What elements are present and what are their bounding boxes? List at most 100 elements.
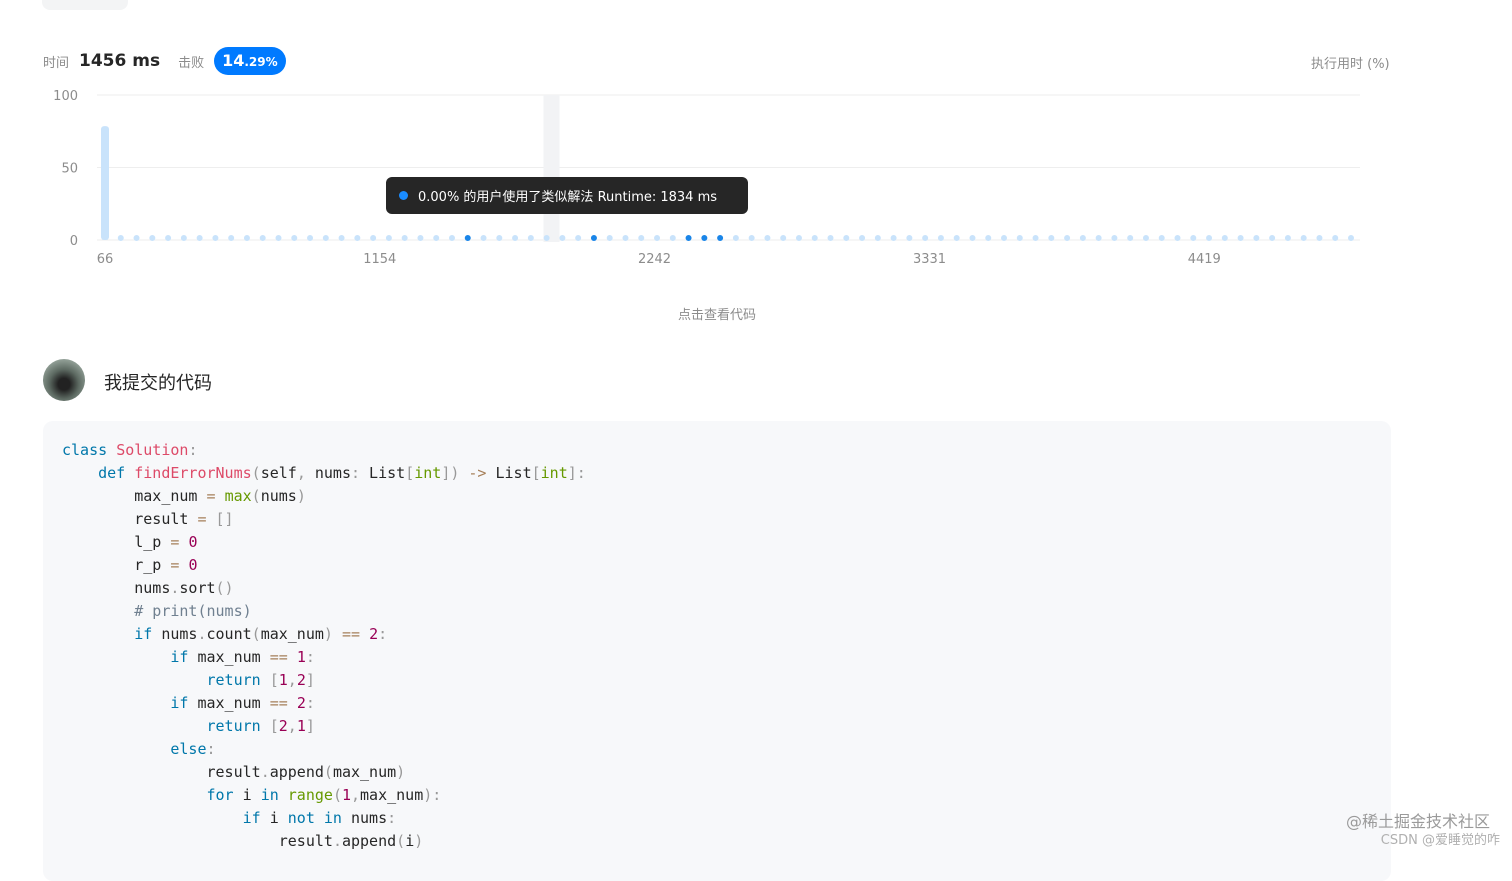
data-point	[385, 235, 392, 241]
code-line: if max_num == 1:	[62, 646, 586, 669]
y-tick-label: 50	[61, 162, 78, 177]
code-token: :	[378, 625, 388, 643]
data-point	[1079, 235, 1086, 241]
data-point	[228, 235, 235, 241]
code-token: :	[351, 464, 361, 482]
code-token: :	[387, 809, 397, 827]
data-point	[764, 235, 771, 241]
data-point	[149, 235, 156, 241]
x-tick-label: 1154	[363, 252, 396, 267]
code-token: )	[296, 487, 306, 505]
data-point	[748, 235, 755, 241]
code-token: 1	[278, 671, 288, 689]
code-token: not	[287, 809, 315, 827]
code-token: nums	[62, 579, 171, 597]
data-point	[654, 235, 661, 241]
tab-placeholder[interactable]	[42, 0, 128, 10]
code-token: []	[215, 510, 234, 528]
data-point	[622, 235, 629, 241]
data-point	[795, 235, 802, 241]
code-token: append	[269, 763, 324, 781]
tooltip-dot-icon	[399, 191, 408, 200]
data-point	[417, 235, 424, 241]
code-token: append	[341, 832, 397, 850]
code-line: l_p = 0	[62, 531, 586, 554]
data-point	[180, 235, 187, 241]
runtime-stats: 时间 1456 ms 击败 14.29%	[43, 46, 286, 76]
data-point	[338, 235, 345, 241]
data-point	[1253, 235, 1260, 241]
data-point	[1032, 235, 1039, 241]
data-point	[1316, 235, 1323, 241]
data-point	[1348, 235, 1354, 241]
code-token: [	[405, 464, 415, 482]
code-token: ==	[269, 648, 288, 666]
code-token: .	[332, 832, 342, 850]
code-token: (	[396, 832, 406, 850]
avatar[interactable]	[43, 359, 85, 401]
data-point-highlight	[685, 235, 692, 241]
data-point	[1221, 235, 1228, 241]
code-token: else	[170, 740, 207, 758]
highlight-band	[543, 95, 560, 242]
data-point	[1206, 235, 1213, 241]
code-token: :	[206, 740, 216, 758]
data-point	[1237, 235, 1244, 241]
code-token: ]:	[567, 464, 586, 482]
code-line: class Solution:	[62, 439, 586, 462]
data-point	[859, 235, 866, 241]
code-token: =	[197, 510, 207, 528]
data-point	[275, 235, 282, 241]
code-token: ]	[305, 717, 315, 735]
code-line: else:	[62, 738, 586, 761]
code-line: max_num = max(nums)	[62, 485, 586, 508]
code-token: range	[287, 786, 333, 804]
code-token: max	[224, 487, 252, 505]
code-token: int	[414, 464, 442, 482]
code-token: ,	[287, 717, 297, 735]
code-token: class	[62, 441, 108, 459]
code-token: (	[251, 487, 261, 505]
data-point	[448, 235, 455, 241]
code-token: 2	[369, 625, 379, 643]
x-tick-label: 66	[97, 252, 114, 267]
code-token: self	[260, 464, 297, 482]
data-point	[1095, 235, 1102, 241]
data-point	[906, 235, 913, 241]
view-code-link[interactable]: 点击查看代码	[0, 304, 1434, 323]
code-token: .	[197, 625, 207, 643]
code-token: result	[62, 832, 333, 850]
code-token: int	[540, 464, 568, 482]
beat-percent-integer: 14	[222, 51, 245, 70]
y-tick-label: 0	[70, 234, 78, 249]
data-point	[874, 235, 881, 241]
data-point	[1127, 235, 1134, 241]
code-line: return [2,1]	[62, 715, 586, 738]
data-point	[117, 235, 124, 241]
data-point	[843, 235, 850, 241]
code-line: result.append(i)	[62, 830, 586, 853]
data-point	[527, 235, 534, 241]
code-token: max_num	[332, 763, 397, 781]
code-token: (	[251, 464, 261, 482]
code-token: i	[233, 786, 261, 804]
code-line: if nums.count(max_num) == 2:	[62, 623, 586, 646]
data-point	[496, 235, 503, 241]
data-point	[811, 235, 818, 241]
chart-legend-runtime[interactable]: 执行用时 (%)	[1311, 53, 1390, 72]
data-point	[354, 235, 361, 241]
code-token: nums	[152, 625, 198, 643]
data-point	[370, 235, 377, 241]
data-point	[827, 235, 834, 241]
time-label: 时间	[43, 55, 70, 71]
code-token: :	[305, 648, 315, 666]
submitted-code[interactable]: class Solution: def findErrorNums(self, …	[62, 439, 586, 853]
data-point	[1332, 235, 1339, 241]
data-point	[559, 235, 566, 241]
code-token: )	[396, 763, 406, 781]
